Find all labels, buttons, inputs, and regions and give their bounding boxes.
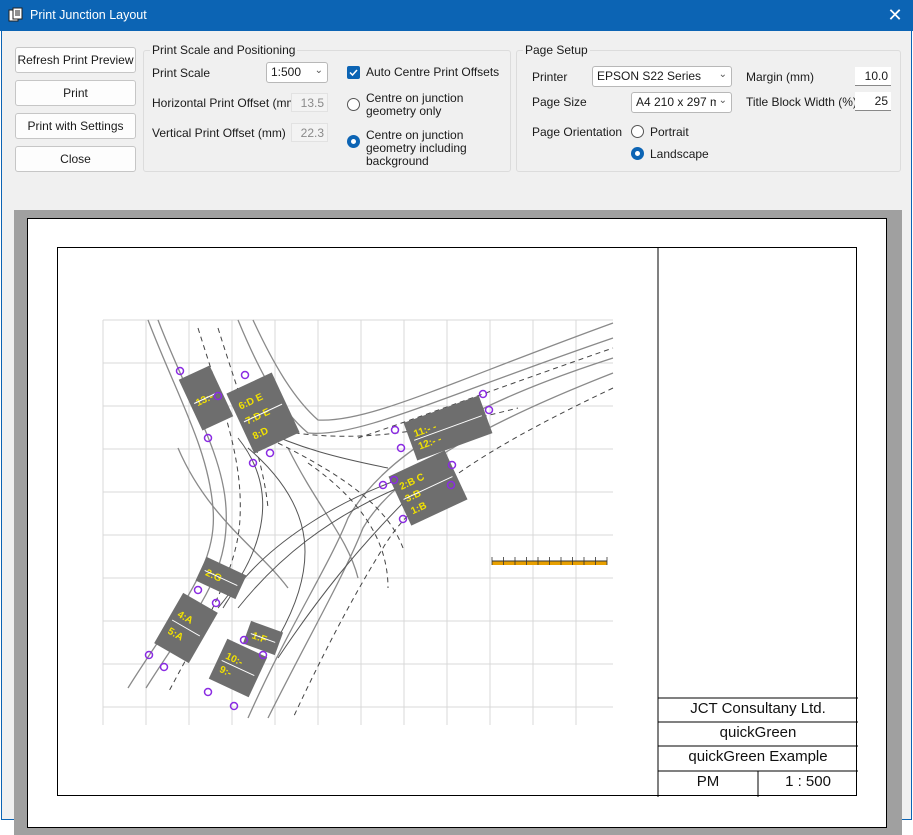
h-offset-field[interactable]: 13.5 [291,93,328,112]
detector-point [193,585,203,595]
page-size-select[interactable]: A4 210 x 297 mm ⌄ [631,92,732,113]
drawing-frame: 13:- 6:D E 7:D E 8:D 11:- -12:- -2:B C 3:B 1:B… [57,247,858,797]
printer-value: EPSON S22 Series [597,69,702,83]
centre-background-radio[interactable] [347,135,360,148]
portrait-radio[interactable] [631,125,644,138]
page-setup-title: Page Setup [523,43,590,57]
check-icon [349,69,358,77]
print-scale-label: Print Scale [152,66,211,80]
page-setup-group: Page Setup Printer EPSON S22 Series ⌄ Pa… [516,43,901,172]
detector-point [396,443,406,453]
centre-geometry-radio[interactable] [347,98,360,111]
stop-line-block: 2:G [195,556,247,600]
v-offset-field[interactable]: 22.3 [291,123,328,142]
print-scale-group: Print Scale and Positioning Print Scale … [143,43,511,172]
title-block-field[interactable]: 25 [855,92,891,111]
detector-point [484,405,494,415]
landscape-radio[interactable] [631,147,644,160]
dialog-body: Refresh Print Preview Print Print with S… [1,31,912,835]
title-bar: Print Junction Layout ✕ [0,0,913,31]
detector-point [390,425,400,435]
close-icon[interactable]: ✕ [877,0,913,31]
printer-label: Printer [532,70,568,84]
detector-point [248,458,258,468]
chevron-down-icon: ⌄ [314,65,323,76]
centre-geometry-label: Centre on junction geometry only [366,91,464,118]
portrait-label: Portrait [650,125,689,139]
refresh-preview-button[interactable]: Refresh Print Preview [15,47,136,73]
tb-product: quickGreen [719,724,797,741]
auto-centre-label: Auto Centre Print Offsets [366,65,500,79]
stop-line-blocks: 13:- 6:D E7:D E8:D 11:- -12:- -2:B C3:B1:B… [154,365,493,698]
margin-label: Margin (mm) [746,70,814,84]
printer-select[interactable]: EPSON S22 Series ⌄ [592,66,732,87]
print-with-settings-button[interactable]: Print with Settings [15,113,136,139]
h-offset-label: Horizontal Print Offset (mm) [152,96,301,110]
auto-centre-checkbox[interactable] [347,66,360,79]
page-size-label: Page Size [532,95,587,109]
chevron-down-icon: ⌄ [718,95,727,106]
detector-point [478,389,488,399]
print-preview[interactable]: 13:- 6:D E 7:D E 8:D 11:- -12:- -2:B C 3:B 1:B… [14,210,902,835]
window-title: Print Junction Layout [30,8,147,22]
tb-example: quickGreen Example [688,748,828,765]
stop-line-block: 13:- [178,365,234,431]
tb-scale: 1 : 500 [785,773,831,790]
stop-line-block: 4:A5:A [154,592,218,664]
print-scale-value: 1:500 [271,65,302,79]
detector-point [203,687,213,697]
preview-page: 13:- 6:D E 7:D E 8:D 11:- -12:- -2:B C 3:B 1:B… [27,218,887,828]
orientation-label: Page Orientation [532,125,623,139]
print-button[interactable]: Print [15,80,136,106]
title-block-label: Title Block Width (%) [746,95,857,109]
detector-point [159,662,169,672]
app-icon [8,7,23,22]
close-button[interactable]: Close [15,146,136,172]
margin-field[interactable]: 10.0 [855,67,891,86]
detector-point [265,448,275,458]
detector-point [398,514,408,524]
print-scale-select[interactable]: 1:500 ⌄ [266,62,328,83]
detector-point [240,370,250,380]
stop-line-block: 2:B C3:B1:B [388,450,468,526]
tb-period: PM [696,773,720,790]
chevron-down-icon: ⌄ [718,69,727,80]
v-offset-label: Vertical Print Offset (mm) [152,126,286,140]
tb-company: JCT Consultany Ltd. [690,700,826,717]
scale-bar [491,557,608,565]
landscape-label: Landscape [650,147,709,161]
print-scale-group-title: Print Scale and Positioning [150,43,298,57]
centre-background-label: Centre on junction geometry including ba… [366,128,467,168]
page-size-value: A4 210 x 297 mm [636,95,716,109]
